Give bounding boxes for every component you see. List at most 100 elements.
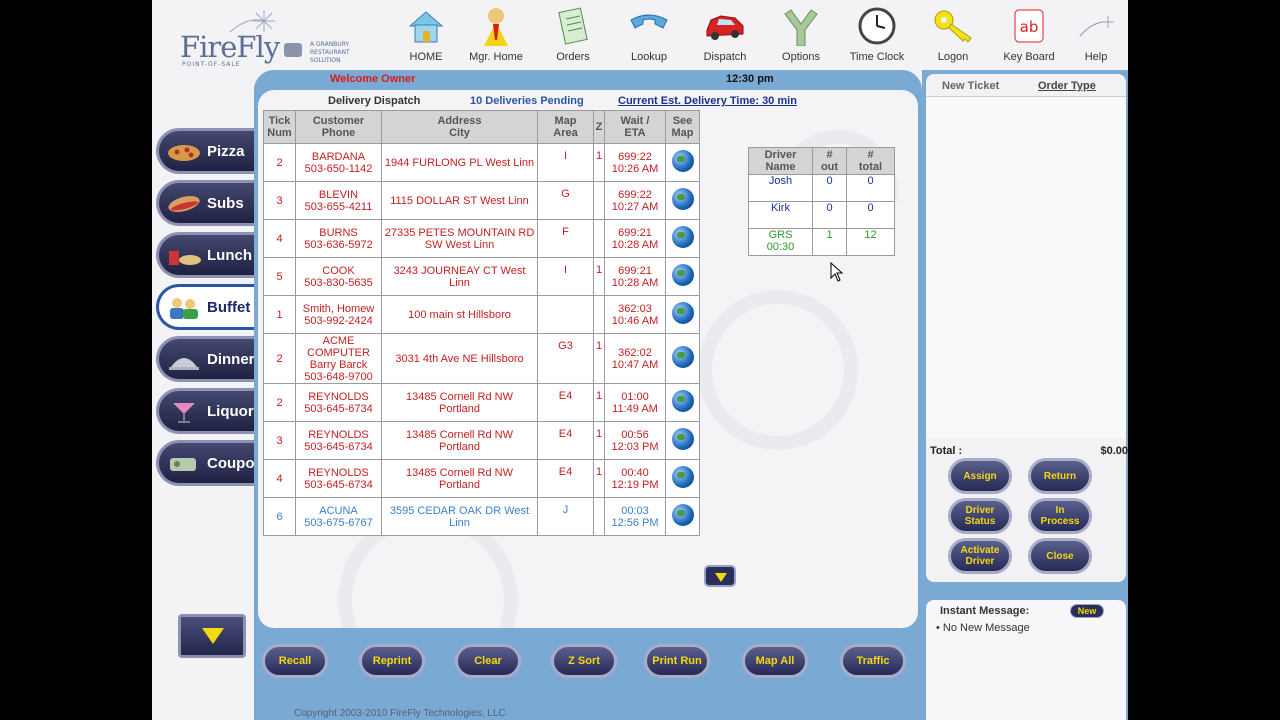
delivery-row[interactable]: 5 COOK 503-830-5635 3243 JOURNEAY CT West Li… bbox=[263, 257, 700, 296]
map-area-cell: E4 bbox=[537, 459, 594, 498]
tick-num-cell: 3 bbox=[263, 421, 296, 460]
see-map-cell[interactable] bbox=[665, 181, 700, 220]
see-map-cell[interactable] bbox=[665, 257, 700, 296]
nav-home[interactable]: HOME bbox=[388, 0, 464, 70]
ticket-item-list[interactable] bbox=[926, 96, 1126, 438]
col-tick-num[interactable]: Tick Num bbox=[263, 110, 296, 144]
new-ticket-label: New Ticket bbox=[942, 80, 1000, 92]
tick-num-cell: 6 bbox=[263, 497, 296, 536]
close-button[interactable]: Close bbox=[1028, 538, 1092, 574]
col-address-city[interactable]: Address City bbox=[381, 110, 538, 144]
customer-cell: BARDANA 503-650-1142 bbox=[295, 143, 382, 182]
delivery-row[interactable]: 2 ACME COMPUTER Barry Barck 503-648-9700 3031… bbox=[263, 333, 700, 384]
ticket-area: New Ticket Order Type Total : $0.00 Assi… bbox=[926, 74, 1128, 582]
see-map-cell[interactable] bbox=[665, 295, 700, 334]
delivery-row[interactable]: 6 ACUNA 503-675-6767 3595 CEDAR OAK DR West… bbox=[263, 497, 700, 536]
activate-driver-button[interactable]: Activate Driver bbox=[948, 538, 1012, 574]
logo-name: FireFly bbox=[180, 30, 280, 64]
globe-icon[interactable] bbox=[671, 226, 694, 248]
customer-cell: REYNOLDS 503-645-6734 bbox=[295, 459, 382, 498]
instant-message-area: Instant Message: New • No New Message bbox=[926, 600, 1126, 720]
globe-icon[interactable] bbox=[671, 390, 694, 412]
col-map-area[interactable]: Map Area bbox=[537, 110, 594, 144]
phone-icon bbox=[630, 14, 668, 29]
globe-icon[interactable] bbox=[671, 264, 694, 286]
dispatch-panel: Welcome Owner 12:30 pm Delivery Dispatch… bbox=[254, 70, 922, 720]
driver-status-button[interactable]: Driver Status bbox=[948, 498, 1012, 534]
delivery-row[interactable]: 4 BURNS 503-636-5972 27335 PETES MOUNTAIN R… bbox=[263, 219, 700, 258]
assign-button[interactable]: Assign bbox=[948, 458, 1012, 494]
address-cell: 3595 CEDAR OAK DR West Linn bbox=[381, 497, 538, 536]
category-pizza[interactable]: Pizza bbox=[156, 128, 256, 174]
category-buffet[interactable]: Buffet bbox=[156, 284, 256, 330]
globe-icon[interactable] bbox=[671, 188, 694, 210]
delivery-row[interactable]: 4 REYNOLDS 503-645-6734 13485 Cornell Rd NW… bbox=[263, 459, 700, 498]
sub-sandwich-icon bbox=[168, 196, 200, 212]
order-type-link[interactable]: Order Type bbox=[1038, 80, 1096, 92]
globe-icon[interactable] bbox=[671, 428, 694, 450]
z-sort-button[interactable]: Z Sort bbox=[551, 644, 617, 678]
clear-button[interactable]: Clear bbox=[455, 644, 521, 678]
map-area-cell: G3 bbox=[537, 333, 594, 384]
col-zone[interactable]: Z bbox=[593, 110, 605, 144]
globe-icon[interactable] bbox=[671, 302, 694, 324]
see-map-cell[interactable] bbox=[665, 333, 700, 384]
category-subs[interactable]: Subs bbox=[156, 180, 256, 226]
zone-cell: 1 bbox=[593, 383, 605, 422]
map-all-button[interactable]: Map All bbox=[742, 644, 808, 678]
key-icon bbox=[934, 10, 972, 43]
delivery-row[interactable]: 2 BARDANA 503-650-1142 1944 FURLONG PL West… bbox=[263, 143, 700, 182]
globe-icon[interactable] bbox=[671, 504, 694, 526]
zone-cell bbox=[593, 219, 605, 258]
nav-orders[interactable]: Orders bbox=[535, 0, 611, 70]
delivery-row[interactable]: 3 REYNOLDS 503-645-6734 13485 Cornell Rd NW… bbox=[263, 421, 700, 460]
new-message-button[interactable]: New bbox=[1070, 604, 1104, 618]
map-area-cell: I bbox=[537, 143, 594, 182]
nav-keyboard[interactable]: ab Key Board bbox=[991, 0, 1067, 70]
delivery-row[interactable]: 1 Smith, Homew 503-992-2424 100 main st Hil… bbox=[263, 295, 700, 334]
nav-help[interactable]: Help bbox=[1058, 0, 1128, 70]
nav-options[interactable]: Options bbox=[763, 0, 839, 70]
driver-row[interactable]: Josh 0 0 bbox=[748, 174, 895, 202]
driver-row[interactable]: Kirk 0 0 bbox=[748, 201, 895, 229]
nav-mgr-home[interactable]: Mgr. Home bbox=[458, 0, 534, 70]
delivery-row[interactable]: 2 REYNOLDS 503-645-6734 13485 Cornell Rd NW… bbox=[263, 383, 700, 422]
see-map-cell[interactable] bbox=[665, 383, 700, 422]
col-see-map[interactable]: See Map bbox=[665, 110, 700, 144]
category-coupons[interactable]: Coupo bbox=[156, 440, 256, 486]
cloche-icon bbox=[169, 358, 199, 370]
traffic-button[interactable]: Traffic bbox=[840, 644, 906, 678]
col-wait-eta[interactable]: Wait / ETA bbox=[604, 110, 666, 144]
category-lunch[interactable]: Lunch bbox=[156, 232, 256, 278]
table-scroll-down-button[interactable] bbox=[704, 565, 736, 587]
see-map-cell[interactable] bbox=[665, 421, 700, 460]
nav-time-clock[interactable]: Time Clock bbox=[839, 0, 915, 70]
col-customer-phone[interactable]: Customer Phone bbox=[295, 110, 382, 144]
globe-icon[interactable] bbox=[671, 346, 694, 368]
see-map-cell[interactable] bbox=[665, 143, 700, 182]
nav-lookup[interactable]: Lookup bbox=[611, 0, 687, 70]
driver-row[interactable]: GRS 00:30 1 12 bbox=[748, 228, 895, 256]
category-scroll-down-button[interactable] bbox=[178, 614, 246, 658]
print-run-button[interactable]: Print Run bbox=[644, 644, 710, 678]
current-time: 12:30 pm bbox=[726, 73, 774, 85]
customer-cell: BLEVIN 503-655-4211 bbox=[295, 181, 382, 220]
est-delivery-time-link[interactable]: Current Est. Delivery Time: 30 min bbox=[618, 95, 797, 107]
delivery-row[interactable]: 3 BLEVIN 503-655-4211 1115 DOLLAR ST West L… bbox=[263, 181, 700, 220]
notepad-icon bbox=[558, 7, 588, 45]
category-dinner[interactable]: Dinner bbox=[156, 336, 256, 382]
see-map-cell[interactable] bbox=[665, 219, 700, 258]
nav-dispatch[interactable]: Dispatch bbox=[687, 0, 763, 70]
see-map-cell[interactable] bbox=[665, 497, 700, 536]
reprint-button[interactable]: Reprint bbox=[359, 644, 425, 678]
wait-eta-cell: 00:40 12:19 PM bbox=[604, 459, 666, 498]
globe-icon[interactable] bbox=[671, 466, 694, 488]
recall-button[interactable]: Recall bbox=[262, 644, 328, 678]
welcome-text: Welcome Owner bbox=[330, 73, 416, 85]
globe-icon[interactable] bbox=[671, 150, 694, 172]
return-button[interactable]: Return bbox=[1028, 458, 1092, 494]
nav-logon[interactable]: Logon bbox=[915, 0, 991, 70]
see-map-cell[interactable] bbox=[665, 459, 700, 498]
in-process-button[interactable]: In Process bbox=[1028, 498, 1092, 534]
category-liquor[interactable]: Liquor bbox=[156, 388, 256, 434]
